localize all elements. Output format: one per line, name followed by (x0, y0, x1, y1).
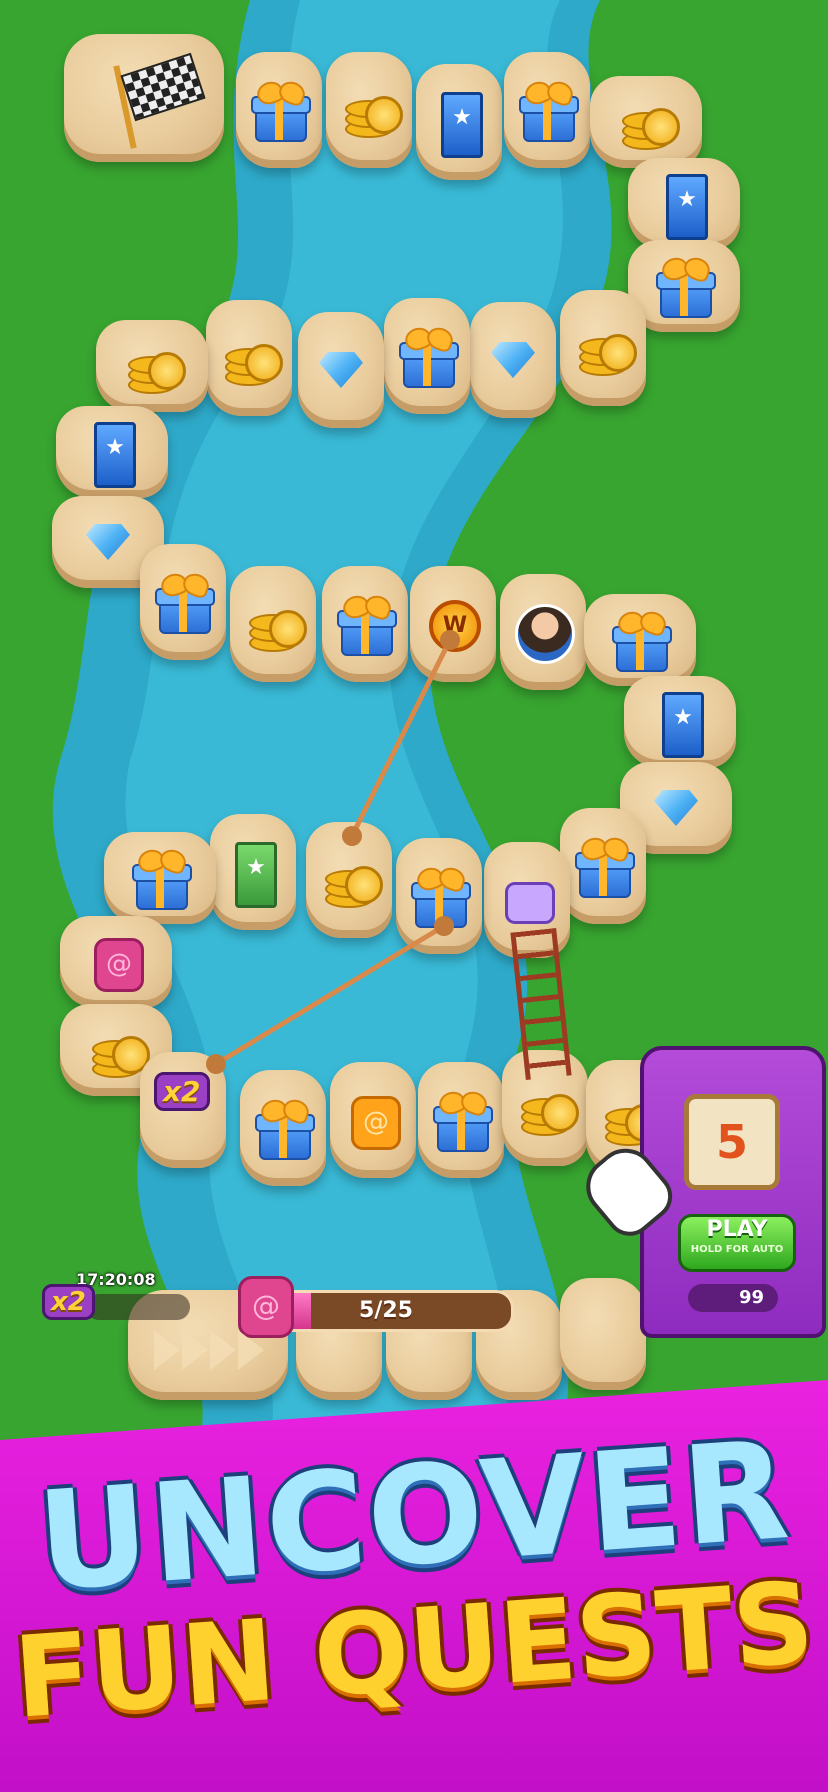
play-button-sublabel: HOLD FOR AUTO (690, 1244, 784, 1255)
rope-peg (440, 630, 460, 650)
dice-count: 99 (688, 1284, 778, 1312)
arrow-icon (154, 1330, 180, 1370)
multiplier-bar (86, 1294, 190, 1320)
arrow-icon (210, 1330, 236, 1370)
quest-progress-bar: 5/25 (258, 1290, 514, 1332)
play-button[interactable]: PLAY HOLD FOR AUTO (678, 1214, 796, 1272)
rope-peg (342, 826, 362, 846)
rope-line (349, 638, 453, 838)
dice-result: 5 (684, 1094, 780, 1190)
quest-progress-text: 5/25 (359, 1298, 413, 1323)
rope-line (214, 923, 446, 1067)
multiplier-boost-badge[interactable]: x2 (42, 1284, 95, 1320)
rope-peg (434, 916, 454, 936)
arrow-icon (182, 1330, 208, 1370)
quest-token-icon[interactable]: @ (238, 1276, 294, 1338)
arrow-icon (238, 1330, 264, 1370)
play-button-label: PLAY (706, 1217, 768, 1242)
game-board: ★ ★ ★ W ★ ★ @ @ x2 17:20:08 x2 5/25 @ 5 … (0, 0, 828, 1440)
multiplier-badge: x2 (154, 1072, 210, 1111)
rope-peg (206, 1054, 226, 1074)
